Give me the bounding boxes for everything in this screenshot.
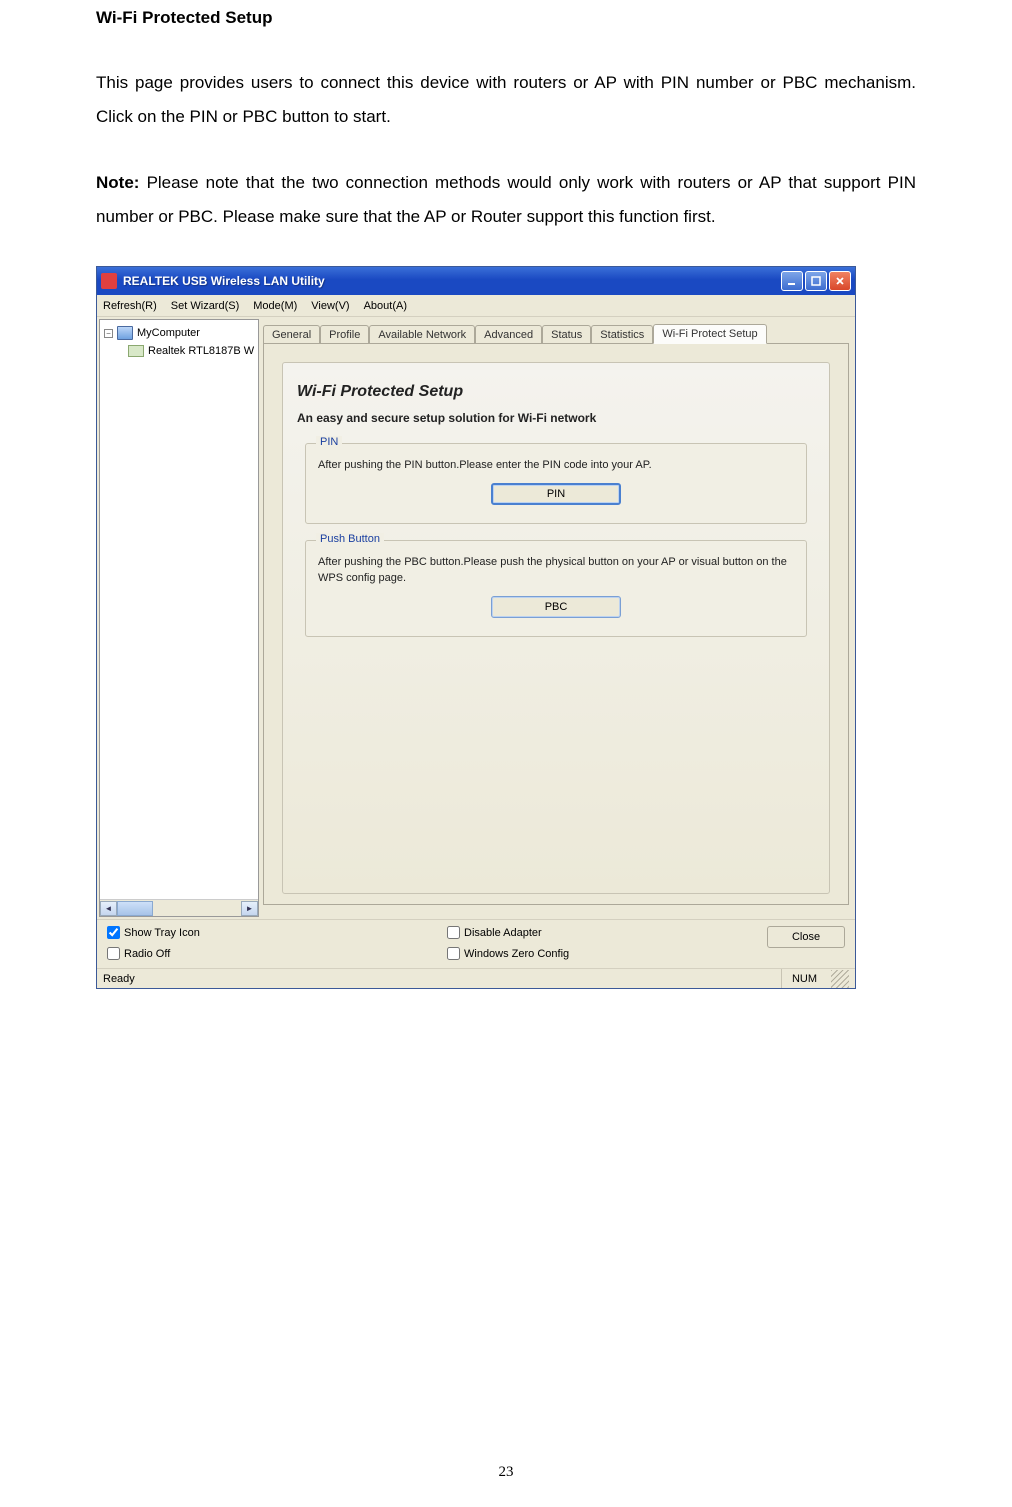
menu-bar: Refresh(R) Set Wizard(S) Mode(M) View(V)… [97,295,855,317]
pin-group-title: PIN [316,436,342,448]
computer-icon [117,326,133,340]
show-tray-label: Show Tray Icon [124,927,200,939]
close-button[interactable]: Close [767,926,845,948]
page-number: 23 [0,1464,1012,1481]
scroll-thumb[interactable] [117,901,153,916]
status-bar: Ready NUM [97,968,855,988]
sidebar-horizontal-scrollbar[interactable]: ◄ ► [100,899,258,916]
menu-mode[interactable]: Mode(M) [253,300,297,312]
resize-grip-icon[interactable] [831,970,849,988]
menu-about[interactable]: About(A) [364,300,407,312]
menu-set-wizard[interactable]: Set Wizard(S) [171,300,239,312]
radio-off-checkbox[interactable]: Radio Off [107,947,447,960]
wps-title: Wi-Fi Protected Setup [297,383,815,401]
tab-available-network[interactable]: Available Network [369,325,475,344]
tree-child-label: Realtek RTL8187B W [148,345,254,357]
tab-strip: General Profile Available Network Advanc… [263,321,849,343]
note-text: Please note that the two connection meth… [96,173,916,226]
windows-zero-config-input[interactable] [447,947,460,960]
app-icon [101,273,117,289]
tree-root-row[interactable]: − MyComputer [104,324,258,342]
windows-zero-config-checkbox[interactable]: Windows Zero Config [447,947,569,960]
menu-refresh[interactable]: Refresh(R) [103,300,157,312]
pbc-groupbox: Push Button After pushing the PBC button… [305,540,807,637]
device-tree-sidebar: − MyComputer Realtek RTL8187B W ◄ ► [99,319,259,917]
tab-advanced[interactable]: Advanced [475,325,542,344]
pin-groupbox: PIN After pushing the PIN button.Please … [305,443,807,524]
doc-heading: Wi-Fi Protected Setup [96,8,916,28]
tab-profile[interactable]: Profile [320,325,369,344]
pbc-group-text: After pushing the PBC button.Please push… [318,555,794,586]
pbc-button[interactable]: PBC [491,596,621,618]
pin-group-text: After pushing the PIN button.Please ente… [318,458,794,473]
adapter-icon [128,345,144,357]
minimize-button[interactable] [781,271,803,291]
windows-zero-config-label: Windows Zero Config [464,948,569,960]
wps-subtitle: An easy and secure setup solution for Wi… [297,411,815,425]
close-window-button[interactable] [829,271,851,291]
radio-off-input[interactable] [107,947,120,960]
status-num: NUM [781,969,827,988]
pbc-group-title: Push Button [316,533,384,545]
radio-off-label: Radio Off [124,948,170,960]
bottom-options-bar: Show Tray Icon Radio Off Disable Adapter… [97,919,855,968]
scroll-left-icon[interactable]: ◄ [100,901,117,916]
doc-note-paragraph: Note: Please note that the two connectio… [96,166,916,234]
show-tray-input[interactable] [107,926,120,939]
status-ready: Ready [103,973,781,985]
tab-statistics[interactable]: Statistics [591,325,653,344]
app-window: REALTEK USB Wireless LAN Utility Refresh… [96,266,856,989]
tree-child-row[interactable]: Realtek RTL8187B W [128,342,258,360]
tab-wifi-protect-setup[interactable]: Wi-Fi Protect Setup [653,324,766,344]
tree-root-label: MyComputer [137,327,200,339]
doc-intro-paragraph: This page provides users to connect this… [96,66,916,134]
note-label: Note: [96,173,139,192]
tree-collapse-icon[interactable]: − [104,329,113,338]
tab-panel: Wi-Fi Protected Setup An easy and secure… [263,343,849,905]
show-tray-checkbox[interactable]: Show Tray Icon [107,926,447,939]
maximize-button[interactable] [805,271,827,291]
disable-adapter-label: Disable Adapter [464,927,542,939]
scroll-right-icon[interactable]: ► [241,901,258,916]
tab-general[interactable]: General [263,325,320,344]
window-title: REALTEK USB Wireless LAN Utility [123,274,781,288]
disable-adapter-checkbox[interactable]: Disable Adapter [447,926,569,939]
disable-adapter-input[interactable] [447,926,460,939]
tab-status[interactable]: Status [542,325,591,344]
window-titlebar[interactable]: REALTEK USB Wireless LAN Utility [97,267,855,295]
pin-button[interactable]: PIN [491,483,621,505]
menu-view[interactable]: View(V) [311,300,349,312]
